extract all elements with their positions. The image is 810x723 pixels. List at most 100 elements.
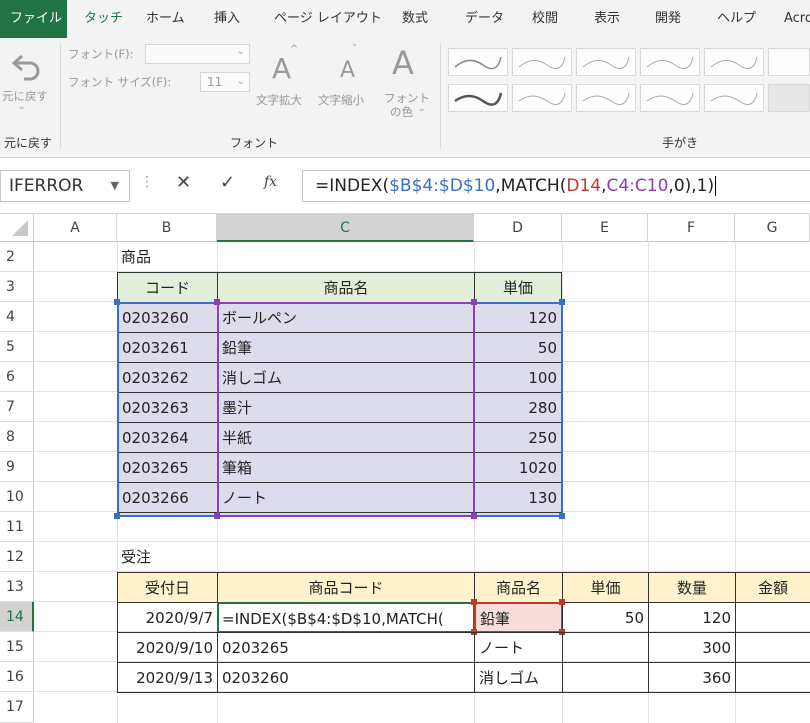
tab-acrobat[interactable]: Acro — [784, 0, 810, 38]
tab-view[interactable]: 表示 — [594, 0, 620, 38]
row-header[interactable]: 8 — [0, 422, 34, 452]
cancel-icon[interactable]: ✕ — [176, 172, 191, 193]
column-header-g[interactable]: G — [735, 214, 810, 242]
pen-style-11[interactable] — [704, 84, 764, 112]
tab-data[interactable]: データ — [465, 0, 504, 38]
row-header[interactable]: 14 — [0, 602, 34, 632]
order-qty-cell[interactable]: 300 — [648, 632, 736, 663]
orders-header-date[interactable]: 受付日 — [117, 572, 218, 603]
shrink-font-icon[interactable]: A — [340, 58, 355, 83]
orders-header-amount[interactable]: 金額 — [735, 572, 810, 603]
enter-icon[interactable]: ✓ — [220, 172, 235, 193]
row-header[interactable]: 3 — [0, 272, 34, 302]
order-date-cell[interactable]: 2020/9/7 — [117, 602, 218, 633]
orders-header-name[interactable]: 商品名 — [474, 572, 563, 603]
products-header-price[interactable]: 単価 — [474, 272, 562, 303]
pen-style-2[interactable] — [512, 48, 572, 76]
tab-insert[interactable]: 挿入 — [214, 0, 240, 38]
row-header[interactable]: 15 — [0, 632, 34, 662]
pen-style-6[interactable] — [768, 48, 810, 76]
orders-section-label[interactable]: 受注 — [117, 542, 217, 572]
order-date-cell[interactable]: 2020/9/10 — [117, 632, 218, 663]
grow-font-label[interactable]: 文字拡大 — [256, 92, 302, 108]
name-box[interactable]: IFERROR ▼ — [0, 170, 130, 202]
order-name-cell[interactable]: 消しゴム — [474, 662, 563, 693]
row-header[interactable]: 11 — [0, 512, 34, 542]
range-handle[interactable] — [471, 599, 477, 605]
order-date-cell[interactable]: 2020/9/13 — [117, 662, 218, 693]
row-header[interactable]: 2 — [0, 242, 34, 272]
tab-touch[interactable]: タッチ — [84, 0, 123, 38]
pen-style-8[interactable] — [512, 84, 572, 112]
order-qty-cell[interactable]: 360 — [648, 662, 736, 693]
row-header[interactable]: 9 — [0, 452, 34, 482]
pen-style-5[interactable] — [704, 48, 764, 76]
column-header-b[interactable]: B — [117, 214, 217, 242]
grow-font-icon[interactable]: A — [272, 52, 291, 85]
tab-help[interactable]: ヘルプ — [717, 0, 756, 38]
range-handle[interactable] — [214, 299, 220, 305]
font-color-label-2[interactable]: の色 — [390, 104, 413, 120]
order-amount-cell[interactable] — [735, 662, 810, 693]
range-handle[interactable] — [214, 513, 220, 519]
products-section-label[interactable]: 商品 — [117, 242, 217, 272]
row-header[interactable]: 6 — [0, 362, 34, 392]
order-price-cell[interactable] — [562, 662, 649, 693]
range-handle[interactable] — [471, 299, 477, 305]
tab-review[interactable]: 校閲 — [532, 0, 558, 38]
orders-header-code[interactable]: 商品コード — [217, 572, 475, 603]
order-qty-cell[interactable]: 120 — [648, 602, 736, 633]
column-header-f[interactable]: F — [648, 214, 735, 242]
range-handle[interactable] — [114, 299, 120, 305]
pen-style-12[interactable] — [768, 84, 810, 112]
range-handle[interactable] — [114, 513, 120, 519]
orders-header-qty[interactable]: 数量 — [648, 572, 736, 603]
column-header-d[interactable]: D — [474, 214, 562, 242]
formula-input[interactable]: =INDEX($B$4:$D$10,MATCH(D14,C4:C10,0),1) — [302, 170, 810, 202]
undo-icon[interactable] — [10, 50, 46, 82]
pen-style-4[interactable] — [640, 48, 700, 76]
chevron-down-icon[interactable]: ▼ — [111, 171, 119, 201]
font-name-combo[interactable]: ⌄ — [145, 44, 250, 64]
tab-file[interactable]: ファイル — [0, 0, 67, 38]
tab-page-layout[interactable]: ページ レイアウト — [274, 0, 382, 38]
orders-header-price[interactable]: 単価 — [562, 572, 649, 603]
pen-style-7[interactable] — [448, 84, 508, 112]
range-handle[interactable] — [559, 299, 565, 305]
order-name-cell[interactable]: ノート — [474, 632, 563, 663]
row-header[interactable]: 7 — [0, 392, 34, 422]
row-header[interactable]: 13 — [0, 572, 34, 602]
row-header[interactable]: 16 — [0, 662, 34, 692]
row-header[interactable]: 5 — [0, 332, 34, 362]
order-price-cell[interactable] — [562, 632, 649, 663]
pen-style-9[interactable] — [576, 84, 636, 112]
order-amount-cell[interactable] — [735, 632, 810, 663]
font-color-icon[interactable]: A — [392, 44, 414, 82]
pen-style-1[interactable] — [448, 48, 508, 76]
active-cell-editing[interactable]: =INDEX($B$4:$D$10,MATCH( — [217, 602, 475, 633]
order-name-cell[interactable]: 鉛筆 — [474, 602, 563, 633]
range-handle[interactable] — [559, 513, 565, 519]
row-header[interactable]: 17 — [0, 692, 34, 723]
order-amount-cell[interactable] — [735, 602, 810, 633]
row-header[interactable]: 4 — [0, 302, 34, 332]
products-header-code[interactable]: コード — [117, 272, 218, 303]
column-header-e[interactable]: E — [562, 214, 648, 242]
order-code-cell[interactable]: 0203265 — [217, 632, 475, 663]
drag-handle-icon[interactable]: ⋮ — [140, 174, 154, 190]
products-header-name[interactable]: 商品名 — [217, 272, 475, 303]
column-header-a[interactable]: A — [34, 214, 117, 242]
order-price-cell[interactable]: 50 — [562, 602, 649, 633]
row-header[interactable]: 12 — [0, 542, 34, 572]
order-code-cell[interactable]: 0203260 — [217, 662, 475, 693]
range-handle[interactable] — [471, 513, 477, 519]
pen-style-10[interactable] — [640, 84, 700, 112]
row-header[interactable]: 10 — [0, 482, 34, 512]
undo-dropdown-icon[interactable]: ⌄ — [18, 102, 26, 112]
tab-home[interactable]: ホーム — [146, 0, 185, 38]
tab-developer[interactable]: 開発 — [655, 0, 681, 38]
tab-formulas[interactable]: 数式 — [402, 0, 428, 38]
font-size-combo[interactable]: 11 ⌄ — [200, 72, 250, 92]
column-header-c[interactable]: C — [217, 214, 474, 242]
select-all-corner[interactable] — [0, 214, 34, 242]
